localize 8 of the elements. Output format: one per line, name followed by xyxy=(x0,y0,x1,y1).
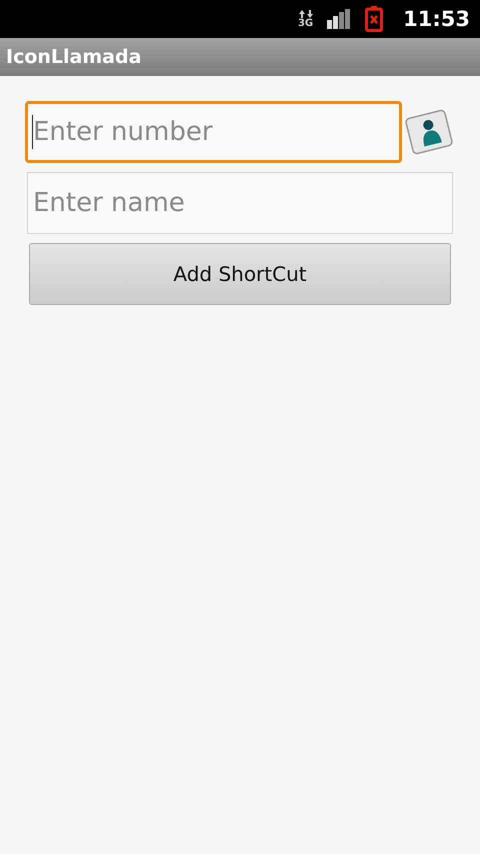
battery-empty-icon xyxy=(365,6,384,32)
text-cursor xyxy=(32,115,33,149)
signal-icon xyxy=(327,9,352,29)
clock-time: 11:53 xyxy=(403,7,470,31)
app-title: IconLlamada xyxy=(6,46,142,68)
number-field[interactable]: Enter number xyxy=(25,101,402,163)
add-shortcut-button[interactable]: Add ShortCut xyxy=(29,243,451,305)
name-field[interactable]: Enter name xyxy=(27,172,453,234)
